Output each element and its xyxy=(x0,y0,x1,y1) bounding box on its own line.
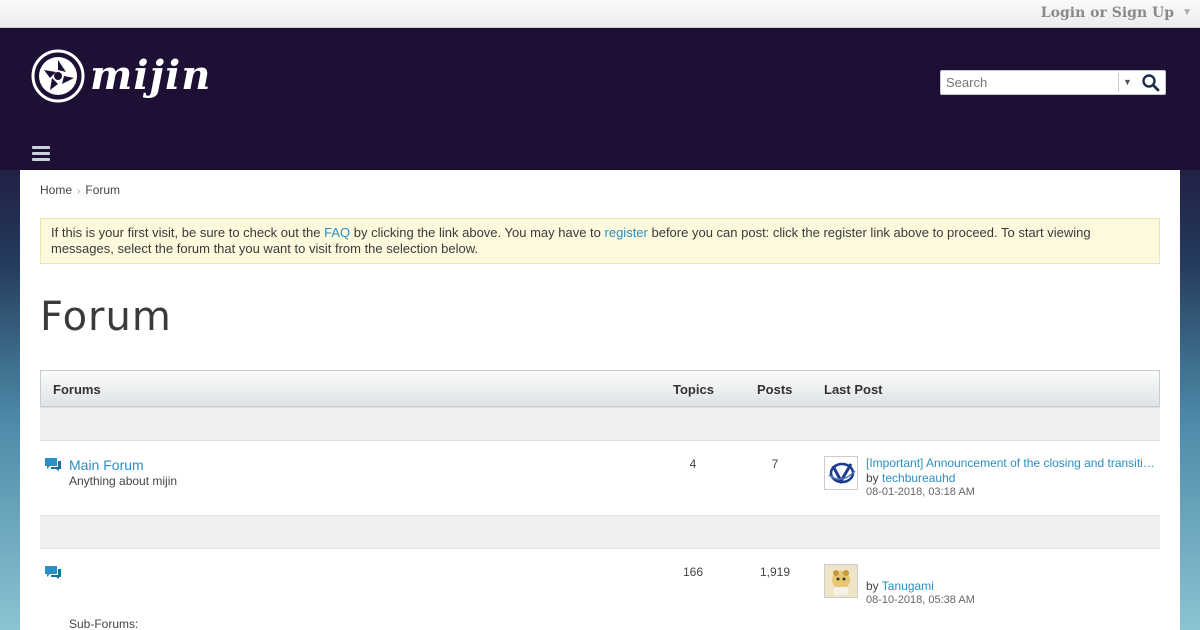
main-content: Home › Forum If this is your first visit, … xyxy=(20,170,1180,630)
last-post-by: by Tanugami xyxy=(866,579,934,593)
chevron-down-icon[interactable]: ▼ xyxy=(1182,7,1192,18)
logo-emblem-icon xyxy=(31,49,85,103)
faq-link[interactable]: FAQ xyxy=(324,225,350,240)
forum-table-header: Forums Topics Posts Last Post xyxy=(40,370,1160,407)
register-link[interactable]: register xyxy=(605,225,648,240)
site-logo[interactable]: mijin xyxy=(30,48,210,108)
last-post-author-link[interactable]: techbureauhd xyxy=(882,471,955,485)
search-options-dropdown[interactable]: ▼ xyxy=(1118,73,1136,92)
category-bar xyxy=(40,515,1160,549)
last-post-title-link[interactable]: [Important] Announcement of the closing … xyxy=(866,456,1160,470)
notice-text: by clicking the link above. You may have… xyxy=(350,225,605,240)
top-bar: Login or Sign Up ▼ xyxy=(0,0,1200,28)
page-title: Forum xyxy=(40,294,172,340)
breadcrumb-home[interactable]: Home xyxy=(40,183,72,197)
login-signup-link[interactable]: Login or Sign Up xyxy=(1041,5,1174,21)
avatar[interactable] xyxy=(824,456,858,490)
breadcrumb: Home › Forum xyxy=(40,183,120,197)
avatar[interactable] xyxy=(824,564,858,598)
forum-speech-icon xyxy=(45,566,61,579)
forum-description: Anything about mijin xyxy=(69,474,178,488)
breadcrumb-current: Forum xyxy=(85,183,121,197)
table-row: Main Forum Anything about mijin 4 7 [Imp… xyxy=(40,441,1160,515)
menu-icon[interactable] xyxy=(32,146,50,161)
chevron-right-icon: › xyxy=(77,186,81,197)
last-post-by: by techbureauhd xyxy=(866,471,955,485)
notice-text: If this is your first visit, be sure to … xyxy=(51,225,325,240)
topics-count: 4 xyxy=(689,457,697,471)
header-forums: Forums xyxy=(53,382,101,397)
first-visit-notice: If this is your first visit, be sure to … xyxy=(40,218,1160,264)
user-avatar-icon xyxy=(825,565,857,597)
category-bar xyxy=(40,407,1160,441)
posts-count: 1,919 xyxy=(759,565,791,579)
last-post-date: 08-01-2018, 03:18 AM xyxy=(866,486,975,498)
user-avatar-icon xyxy=(828,462,856,485)
last-post-author-link[interactable]: Tanugami xyxy=(882,579,934,593)
last-post-date: 08-10-2018, 05:38 AM xyxy=(866,594,975,606)
caret-down-icon: ▼ xyxy=(1123,77,1132,87)
header-last-post: Last Post xyxy=(824,382,883,397)
by-label: by xyxy=(866,579,882,593)
logo-text: mijin xyxy=(90,52,212,99)
by-label: by xyxy=(866,471,883,485)
table-row: 166 1,919 by Tanugami 08-10-2018, 05:38 … xyxy=(40,549,1160,630)
topics-count: 166 xyxy=(682,565,704,579)
posts-count: 7 xyxy=(771,457,779,471)
search-button[interactable] xyxy=(1139,72,1163,93)
search-box: ▼ xyxy=(940,70,1166,95)
header-posts: Posts xyxy=(757,382,793,397)
forum-title-link[interactable]: Main Forum xyxy=(69,457,144,473)
search-icon xyxy=(1142,74,1160,92)
site-header: mijin ▼ xyxy=(0,28,1200,170)
search-input[interactable] xyxy=(941,71,1117,94)
header-topics: Topics xyxy=(673,382,714,397)
forum-speech-icon xyxy=(45,458,61,471)
subforums-label: Sub-Forums: xyxy=(69,617,139,630)
